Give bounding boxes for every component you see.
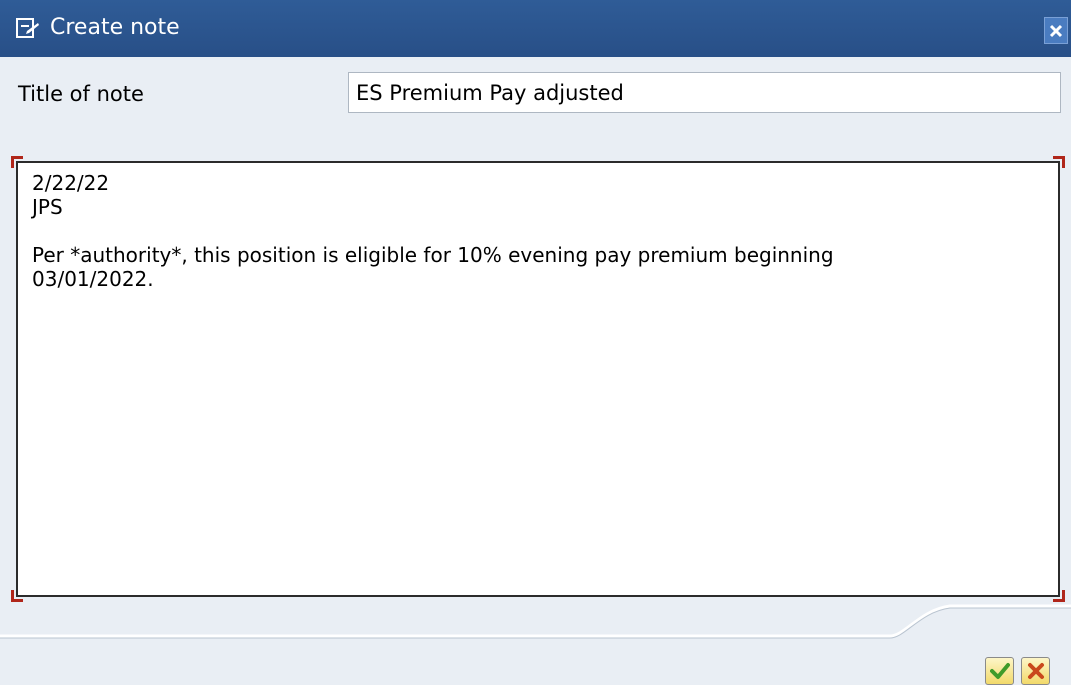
dialog-title: Create note bbox=[50, 15, 180, 40]
note-edit-icon bbox=[16, 18, 39, 38]
footer-separator bbox=[0, 604, 1071, 639]
dialog-title-bar: Create note bbox=[0, 0, 1071, 57]
cancel-x-icon bbox=[1027, 663, 1044, 679]
note-text-area[interactable]: 2/22/22 JPS Per *authority*, this positi… bbox=[18, 163, 1058, 595]
note-editor: 2/22/22 JPS Per *authority*, this positi… bbox=[11, 156, 1065, 602]
close-button[interactable] bbox=[1044, 17, 1068, 44]
close-icon bbox=[1049, 24, 1063, 37]
note-editor-box: 2/22/22 JPS Per *authority*, this positi… bbox=[16, 161, 1060, 597]
title-of-note-label: Title of note bbox=[18, 82, 144, 106]
checkmark-icon bbox=[989, 663, 1010, 679]
title-of-note-input[interactable] bbox=[348, 72, 1061, 113]
